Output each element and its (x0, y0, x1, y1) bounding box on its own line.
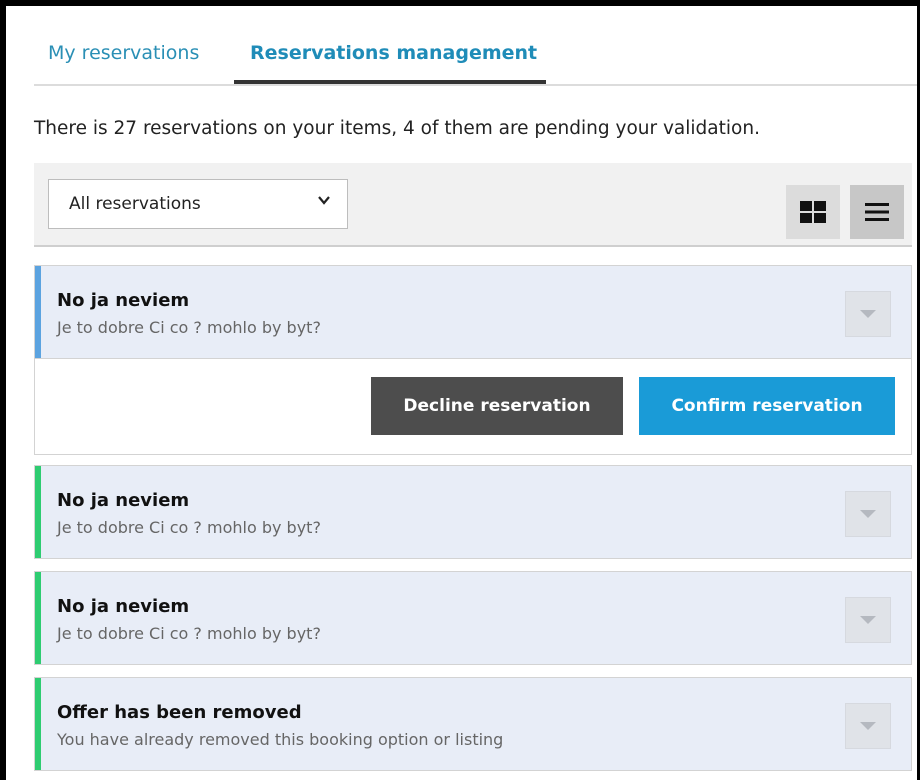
reservation-subtitle: Je to dobre Ci co ? mohlo by byt? (57, 318, 321, 337)
expand-button[interactable] (845, 291, 891, 337)
reservation-actions: Decline reservation Confirm reservation (35, 358, 911, 454)
list-view-button[interactable] (850, 185, 904, 239)
reservation-card: No ja neviem Je to dobre Ci co ? mohlo b… (34, 265, 912, 455)
tab-my-reservations[interactable]: My reservations (48, 42, 199, 64)
expand-button[interactable] (845, 703, 891, 749)
reservation-card-header[interactable]: Offer has been removed You have already … (35, 678, 911, 770)
tab-reservations-management[interactable]: Reservations management (250, 42, 537, 64)
decline-reservation-button[interactable]: Decline reservation (371, 377, 623, 435)
confirm-reservation-button[interactable]: Confirm reservation (639, 377, 895, 435)
caret-down-icon (860, 616, 876, 624)
reservation-title: No ja neviem (57, 596, 190, 617)
chevron-down-icon (318, 196, 330, 205)
app-frame: My reservations Reservations management … (6, 6, 917, 780)
list-view-icon (865, 203, 889, 221)
reservation-subtitle: Je to dobre Ci co ? mohlo by byt? (57, 518, 321, 537)
reservation-filter-value: All reservations (69, 194, 201, 214)
reservation-card: No ja neviem Je to dobre Ci co ? mohlo b… (34, 465, 912, 559)
tab-bar: My reservations Reservations management (34, 6, 917, 86)
reservation-card-header[interactable]: No ja neviem Je to dobre Ci co ? mohlo b… (35, 572, 911, 664)
grid-view-button[interactable] (786, 185, 840, 239)
caret-down-icon (860, 310, 876, 318)
reservation-card: No ja neviem Je to dobre Ci co ? mohlo b… (34, 571, 912, 665)
expand-button[interactable] (845, 491, 891, 537)
reservation-card-header[interactable]: No ja neviem Je to dobre Ci co ? mohlo b… (35, 266, 911, 358)
reservation-subtitle: You have already removed this booking op… (57, 730, 504, 749)
filter-bar: All reservations (34, 163, 912, 247)
reservation-title: No ja neviem (57, 290, 190, 311)
reservation-card-header[interactable]: No ja neviem Je to dobre Ci co ? mohlo b… (35, 466, 911, 558)
reservation-card: Offer has been removed You have already … (34, 677, 912, 771)
expand-button[interactable] (845, 597, 891, 643)
reservation-title: Offer has been removed (57, 702, 302, 723)
reservation-filter-select[interactable]: All reservations (48, 179, 348, 229)
reservations-summary: There is 27 reservations on your items, … (34, 118, 760, 139)
active-tab-indicator (234, 80, 546, 84)
reservation-subtitle: Je to dobre Ci co ? mohlo by byt? (57, 624, 321, 643)
caret-down-icon (860, 510, 876, 518)
reservation-title: No ja neviem (57, 490, 190, 511)
grid-view-icon (800, 201, 826, 223)
caret-down-icon (860, 722, 876, 730)
